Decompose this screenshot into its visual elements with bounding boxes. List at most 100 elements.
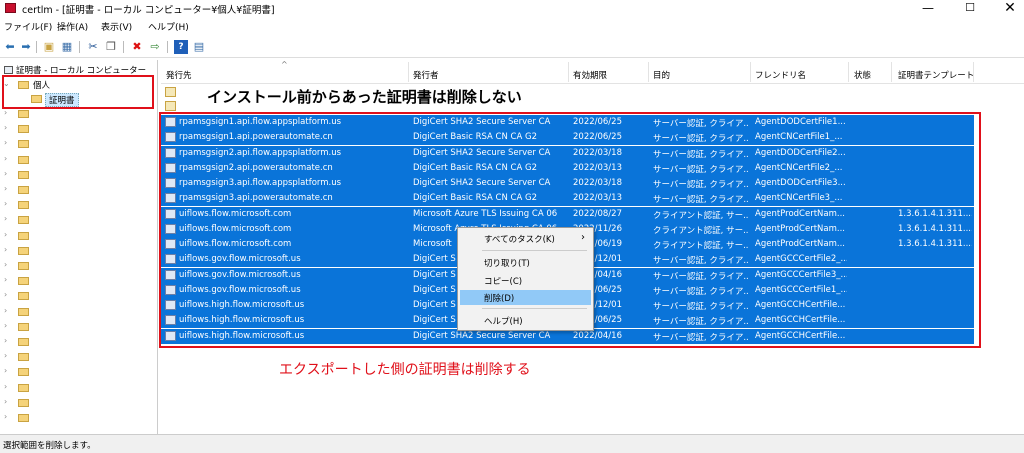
status-bar: 選択範囲を削除します。 [0, 434, 1024, 453]
menu-item-label: すべてのタスク(K) [484, 235, 555, 245]
help-icon[interactable]: ? [174, 40, 188, 54]
expand-arrow-icon[interactable]: › [4, 199, 7, 208]
folder-icon[interactable] [18, 155, 29, 164]
folder-icon[interactable] [18, 110, 29, 118]
column-divider[interactable] [568, 62, 569, 82]
minimize-button[interactable]: — [908, 0, 948, 17]
computer-cert-icon [4, 66, 13, 74]
expand-arrow-icon[interactable]: › [4, 108, 7, 117]
expand-arrow-icon[interactable]: › [4, 245, 7, 254]
column-divider[interactable] [891, 62, 892, 82]
expand-arrow-icon[interactable]: › [4, 321, 7, 330]
maximize-button[interactable]: ☐ [950, 0, 990, 17]
folder-icon[interactable] [18, 383, 29, 392]
delete-icon[interactable]: ✖ [130, 40, 144, 54]
col-issued-to[interactable]: 発行先 [166, 69, 192, 81]
menu-item-all-tasks[interactable]: すべてのタスク(K) › [460, 231, 591, 246]
col-template[interactable]: 証明書テンプレート [898, 69, 974, 81]
folder-icon[interactable] [18, 322, 29, 331]
menu-bar: ファイル(F) 操作(A) 表示(V) ヘルプ(H) [0, 17, 1024, 34]
folder-icon[interactable] [18, 216, 29, 225]
folder-icon[interactable] [18, 201, 29, 210]
menu-file[interactable]: ファイル(F) [4, 20, 52, 33]
column-divider[interactable] [408, 62, 409, 82]
menu-item-label: ヘルプ(H) [484, 317, 523, 327]
col-friendly-name[interactable]: フレンドリ名 [755, 69, 806, 81]
expand-arrow-icon[interactable]: › [4, 366, 7, 375]
expand-arrow-icon[interactable]: › [4, 123, 7, 132]
menu-separator [482, 308, 587, 309]
expand-arrow-icon[interactable]: › [4, 154, 7, 163]
menu-item-copy[interactable]: コピー(C) [460, 273, 591, 288]
folder-icon[interactable] [18, 262, 29, 270]
expand-arrow-icon[interactable]: › [4, 397, 7, 406]
expand-arrow-icon[interactable]: › [4, 336, 7, 345]
close-button[interactable]: ✕ [990, 0, 1024, 17]
export-icon[interactable]: ⇨ [148, 40, 162, 54]
context-menu: すべてのタスク(K) › 切り取り(T) コピー(C) 削除(D) ヘルプ(H) [457, 227, 594, 331]
col-expiration[interactable]: 有効期限 [573, 69, 607, 81]
folder-icon[interactable] [18, 246, 29, 255]
folder-icon[interactable] [18, 368, 29, 377]
folder-icon[interactable] [18, 398, 29, 407]
menu-item-delete[interactable]: 削除(D) [460, 290, 591, 305]
col-issued-by[interactable]: 発行者 [413, 69, 439, 81]
menu-item-cut[interactable]: 切り取り(T) [460, 255, 591, 270]
copy-icon[interactable]: ❐ [104, 40, 118, 54]
col-status[interactable]: 状態 [854, 69, 871, 81]
toolbar-separator [36, 41, 37, 53]
folder-icon[interactable] [18, 414, 29, 422]
toolbar: ⬅ ➡ ▣ ▦ ✂ ❐ ✖ ⇨ ? ▤ [0, 36, 1024, 58]
tree-highlight-box [2, 75, 154, 109]
folder-up-icon[interactable]: ▣ [42, 40, 56, 54]
expand-arrow-icon[interactable]: › [4, 412, 7, 421]
list-header: ^ 発行先 発行者 有効期限 目的 フレンドリ名 状態 証明書テンプレート [161, 60, 1024, 84]
folder-icon[interactable] [18, 292, 29, 301]
console-icon[interactable]: ▦ [60, 40, 74, 54]
expand-arrow-icon[interactable]: › [4, 275, 7, 284]
menu-item-label: コピー(C) [484, 277, 523, 287]
column-divider[interactable] [973, 62, 974, 82]
menu-item-label: 削除(D) [484, 294, 515, 304]
toolbar-separator [123, 41, 124, 53]
tree-pane: 証明書 - ローカル コンピューター ⌄ 個人 証明書 › › › › › › › › › › › ›… [0, 60, 158, 434]
expand-arrow-icon[interactable]: › [4, 230, 7, 239]
column-divider[interactable] [848, 62, 849, 82]
folder-icon[interactable] [18, 140, 29, 149]
folder-icon[interactable] [18, 353, 29, 362]
menu-view[interactable]: 表示(V) [101, 20, 132, 33]
folder-icon[interactable] [18, 186, 29, 194]
forward-icon[interactable]: ➡ [19, 40, 33, 54]
menu-help[interactable]: ヘルプ(H) [148, 20, 189, 33]
sort-asc-icon: ^ [281, 60, 288, 69]
folder-icon[interactable] [18, 170, 29, 179]
folder-icon[interactable] [18, 307, 29, 316]
folder-icon[interactable] [18, 277, 29, 286]
expand-arrow-icon[interactable]: › [4, 290, 7, 299]
expand-arrow-icon[interactable]: › [4, 138, 7, 147]
toolbar-separator [167, 41, 168, 53]
expand-arrow-icon[interactable]: › [4, 306, 7, 315]
expand-arrow-icon[interactable]: › [4, 260, 7, 269]
menu-action[interactable]: 操作(A) [57, 20, 88, 33]
folder-icon[interactable] [18, 125, 29, 134]
expand-arrow-icon[interactable]: › [4, 184, 7, 193]
column-divider[interactable] [648, 62, 649, 82]
expand-arrow-icon[interactable]: › [4, 214, 7, 223]
expand-arrow-icon[interactable]: › [4, 169, 7, 178]
back-icon[interactable]: ⬅ [3, 40, 17, 54]
expand-arrow-icon[interactable]: › [4, 382, 7, 391]
menu-item-help[interactable]: ヘルプ(H) [460, 313, 591, 328]
cut-icon[interactable]: ✂ [86, 40, 100, 54]
annotation-keep-existing: インストール前からあった証明書は削除しない [203, 86, 526, 107]
properties-icon[interactable]: ▤ [192, 40, 206, 54]
certificate-icon [165, 87, 176, 97]
toolbar-separator [79, 41, 80, 53]
col-purpose[interactable]: 目的 [653, 69, 670, 81]
expand-arrow-icon[interactable]: › [4, 351, 7, 360]
folder-icon[interactable] [18, 338, 29, 346]
folder-icon[interactable] [18, 231, 29, 240]
column-divider[interactable] [750, 62, 751, 82]
submenu-arrow-icon: › [581, 232, 585, 243]
certlm-app-icon [5, 3, 16, 13]
